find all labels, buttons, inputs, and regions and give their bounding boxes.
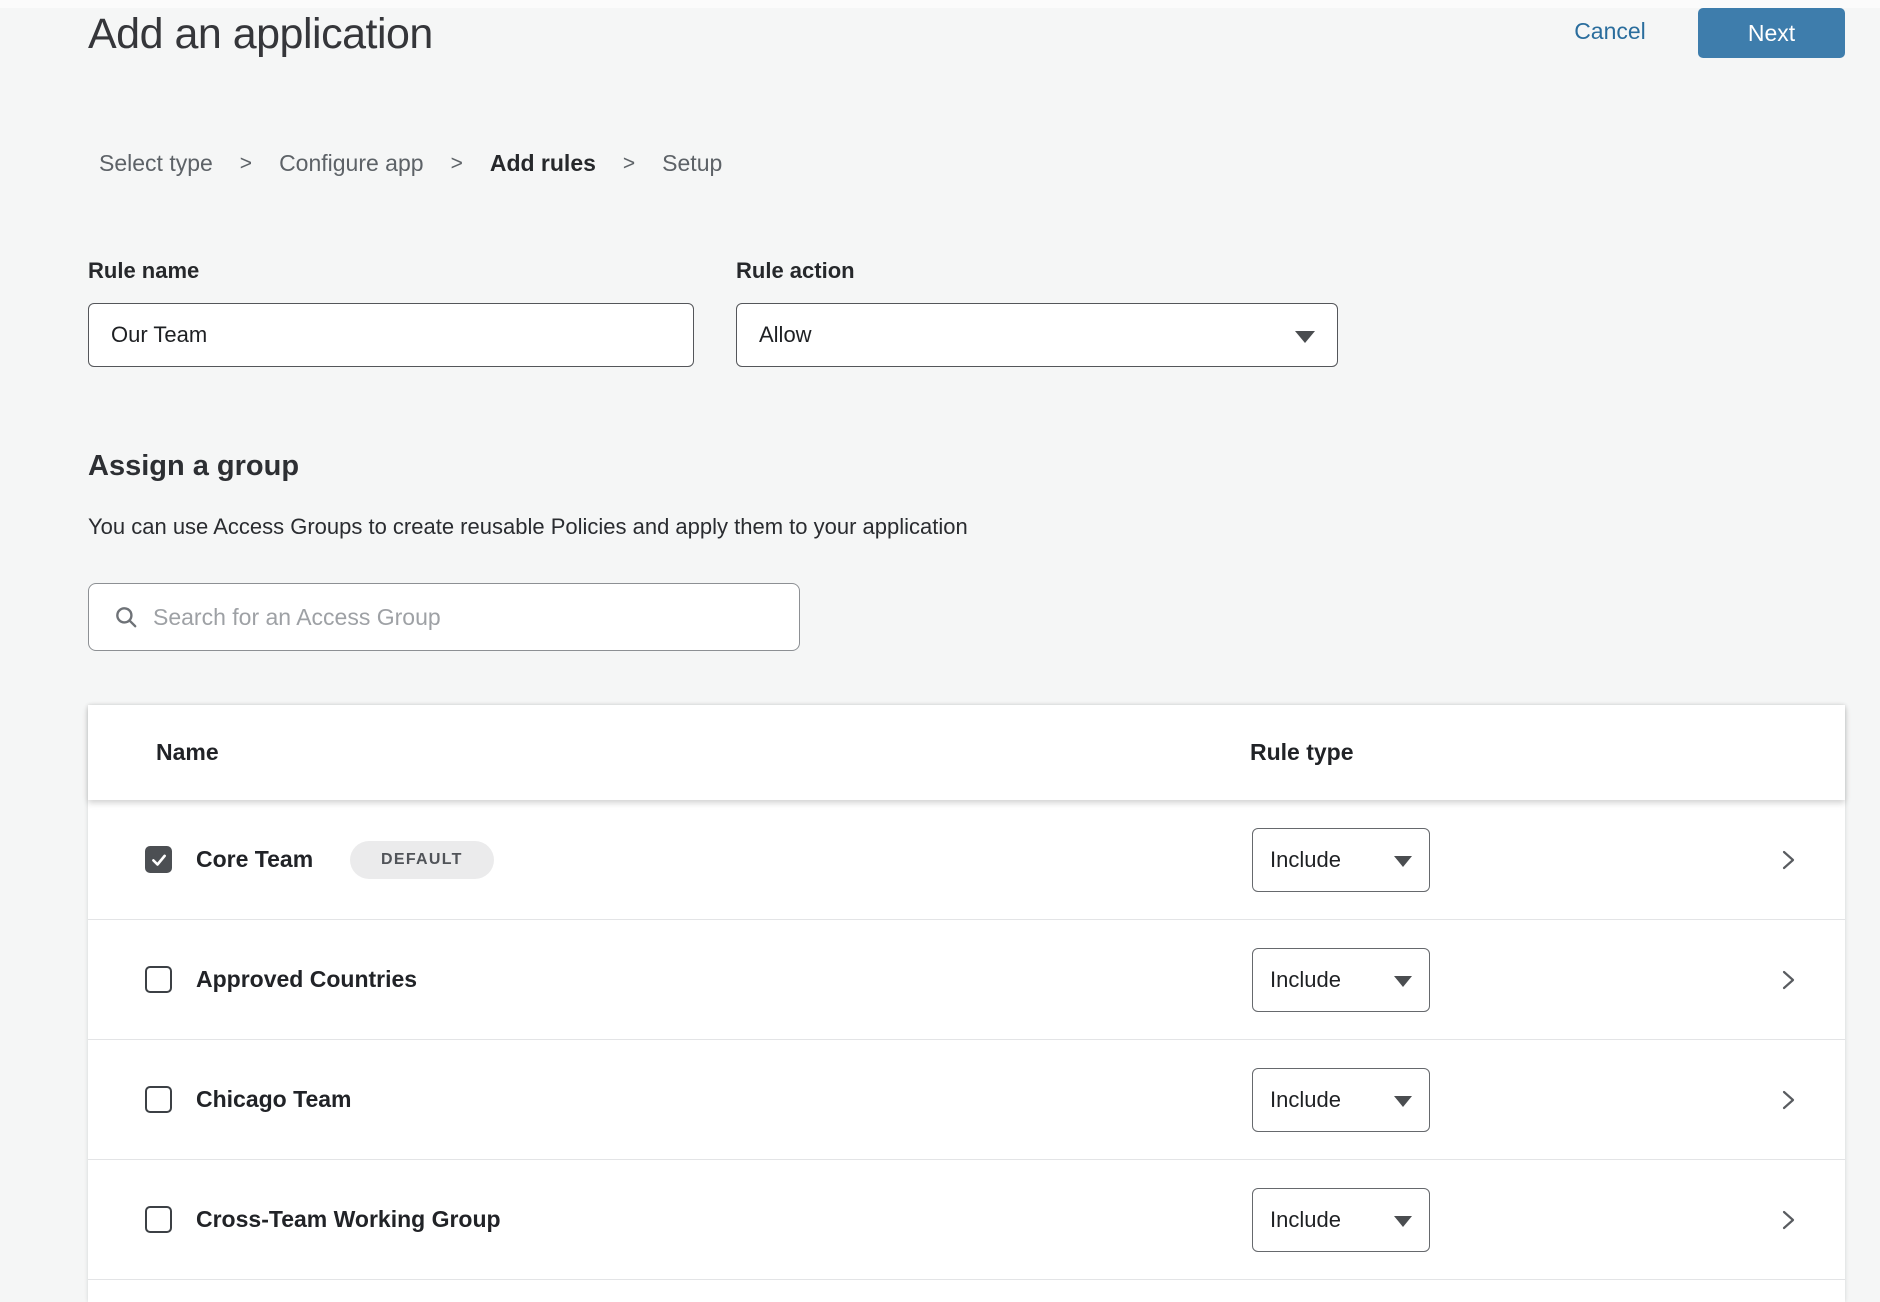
assign-group-description: You can use Access Groups to create reus… [88, 514, 968, 540]
chevron-down-icon [1295, 331, 1315, 343]
rule-type-value: Include [1270, 1087, 1341, 1113]
search-input[interactable] [139, 604, 799, 631]
breadcrumb: Select type > Configure app > Add rules … [99, 150, 722, 177]
checkmark-icon [150, 851, 168, 869]
breadcrumb-step-select-type[interactable]: Select type [99, 150, 213, 177]
row-checkbox[interactable] [145, 966, 172, 993]
rule-type-dropdown[interactable]: Include [1252, 1188, 1430, 1252]
row-checkbox[interactable] [145, 1206, 172, 1233]
breadcrumb-step-setup[interactable]: Setup [662, 150, 722, 177]
breadcrumb-step-add-rules[interactable]: Add rules [490, 150, 596, 177]
rule-action-value: Allow [759, 322, 812, 348]
access-groups-table: Name Rule type Core Team DEFAULT Include… [88, 705, 1845, 1302]
table-row: Chicago Team Include [88, 1040, 1845, 1160]
top-strip [0, 0, 1880, 8]
assign-group-heading: Assign a group [88, 450, 299, 483]
row-checkbox[interactable] [145, 1086, 172, 1113]
chevron-right-icon[interactable] [1776, 848, 1800, 872]
chevron-down-icon [1394, 1096, 1412, 1107]
column-header-rule-type: Rule type [1250, 739, 1354, 766]
page-title: Add an application [88, 10, 433, 59]
group-name: Cross-Team Working Group [196, 1206, 501, 1233]
breadcrumb-step-configure-app[interactable]: Configure app [279, 150, 424, 177]
table-row: Approved Countries Include [88, 920, 1845, 1040]
rule-type-dropdown[interactable]: Include [1252, 1068, 1430, 1132]
group-name: Approved Countries [196, 966, 417, 993]
next-button[interactable]: Next [1698, 8, 1845, 58]
rule-type-value: Include [1270, 1207, 1341, 1233]
chevron-down-icon [1394, 856, 1412, 867]
chevron-right-icon[interactable] [1776, 968, 1800, 992]
cancel-button[interactable]: Cancel [1565, 18, 1655, 45]
rule-type-dropdown[interactable]: Include [1252, 828, 1430, 892]
breadcrumb-separator: > [451, 152, 463, 176]
chevron-down-icon [1394, 976, 1412, 987]
chevron-down-icon [1394, 1216, 1412, 1227]
table-row: Cross-Team Working Group Include [88, 1160, 1845, 1280]
rule-type-value: Include [1270, 847, 1341, 873]
chevron-right-icon[interactable] [1776, 1088, 1800, 1112]
rule-name-input[interactable] [88, 303, 694, 367]
group-name: Chicago Team [196, 1086, 352, 1113]
table-row: Core Team DEFAULT Include [88, 800, 1845, 920]
access-group-search[interactable] [88, 583, 800, 651]
rule-action-dropdown[interactable]: Allow [736, 303, 1338, 367]
rule-type-value: Include [1270, 967, 1341, 993]
rule-action-label: Rule action [736, 258, 855, 284]
group-name: Core Team [196, 846, 313, 873]
default-badge: DEFAULT [350, 841, 494, 879]
add-application-page: Add an application Cancel Next Select ty… [0, 0, 1880, 1302]
rule-type-dropdown[interactable]: Include [1252, 948, 1430, 1012]
breadcrumb-separator: > [240, 152, 252, 176]
row-checkbox[interactable] [145, 846, 172, 873]
table-header-row: Name Rule type [88, 705, 1845, 800]
column-header-name: Name [156, 739, 219, 766]
breadcrumb-separator: > [623, 152, 635, 176]
search-icon [113, 604, 139, 630]
chevron-right-icon[interactable] [1776, 1208, 1800, 1232]
rule-name-label: Rule name [88, 258, 199, 284]
